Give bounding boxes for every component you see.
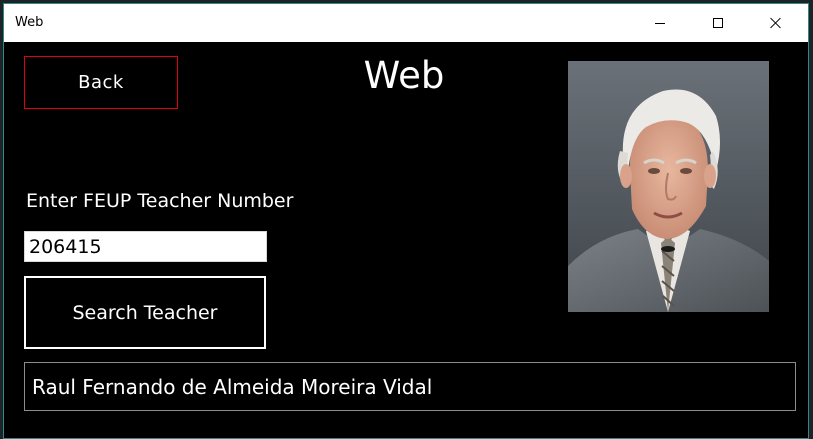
back-button[interactable]: Back xyxy=(24,56,178,109)
minimize-button[interactable] xyxy=(637,4,683,42)
window-title: Web xyxy=(15,15,44,30)
teacher-name-output: Raul Fernando de Almeida Moreira Vidal xyxy=(24,362,796,411)
teacher-number-label: Enter FEUP Teacher Number xyxy=(26,190,294,212)
minimize-icon xyxy=(655,22,665,24)
maximize-button[interactable] xyxy=(695,4,741,42)
teacher-photo-icon xyxy=(568,61,769,312)
maximize-icon xyxy=(713,18,723,28)
app-window: Web Back Web Enter FEUP Teacher Number 2… xyxy=(3,3,809,439)
page-title: Web xyxy=(363,54,445,97)
close-button[interactable] xyxy=(752,4,798,42)
title-bar[interactable]: Web xyxy=(4,4,808,42)
teacher-number-input[interactable] xyxy=(24,231,267,262)
search-teacher-button[interactable]: Search Teacher xyxy=(24,276,266,349)
close-icon xyxy=(769,17,781,29)
teacher-photo xyxy=(568,61,769,312)
